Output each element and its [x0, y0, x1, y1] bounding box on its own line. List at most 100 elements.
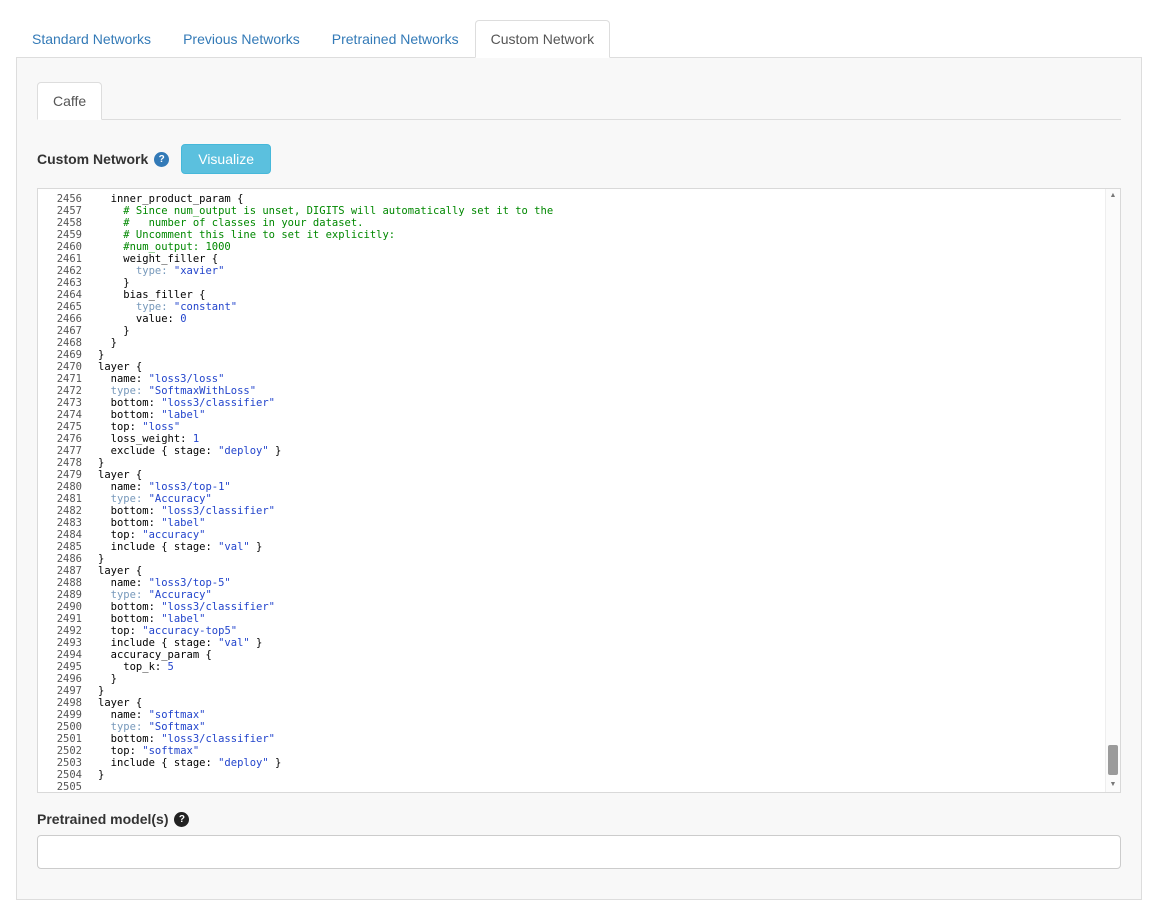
code-line: 2503 include { stage: "deploy" } [38, 757, 1120, 769]
line-number: 2469 [56, 349, 82, 361]
network-code-editor[interactable]: 2456 inner_product_param {2457 # Since n… [37, 188, 1121, 793]
code-line-text: bottom: "loss3/classifier" [98, 601, 276, 613]
code-line: 2460 #num_output: 1000 [38, 241, 1120, 253]
code-line-text: accuracy_param { [98, 649, 212, 661]
framework-tabs: Caffe [37, 82, 1121, 120]
main-tabs: Standard Networks Previous Networks Pret… [16, 20, 1142, 58]
code-line: 2500 type: "Softmax" [38, 721, 1120, 733]
code-line: 2487 layer { [38, 565, 1120, 577]
code-line-text: type: "constant" [135, 301, 238, 313]
code-line-text: type: "SoftmaxWithLoss" [110, 385, 257, 397]
line-number: 2479 [56, 469, 82, 481]
line-number: 2472 [56, 385, 82, 397]
code-line-text: top_k: 5 [98, 661, 174, 673]
line-number: 2496 [56, 673, 82, 685]
page: Standard Networks Previous Networks Pret… [0, 0, 1158, 900]
code-line: 2479 layer { [38, 469, 1120, 481]
code-line-text: top: "accuracy" [98, 529, 206, 541]
line-number: 2498 [56, 697, 82, 709]
line-number: 2460 [56, 241, 82, 253]
line-number: 2458 [56, 217, 82, 229]
tab-pretrained-networks[interactable]: Pretrained Networks [316, 20, 475, 58]
code-line-text: bias_filler { [98, 289, 206, 301]
scrollbar-down-arrow-icon[interactable]: ▼ [1106, 778, 1120, 792]
code-line: 2476 loss_weight: 1 [38, 433, 1120, 445]
pretrained-models-help-icon[interactable]: ? [174, 811, 190, 827]
line-number: 2493 [56, 637, 82, 649]
code-line-text: type: "Softmax" [110, 721, 206, 733]
code-line: 2463 } [38, 277, 1120, 289]
code-line: 2498 layer { [38, 697, 1120, 709]
code-line-text: bottom: "loss3/classifier" [98, 397, 276, 409]
code-line: 2499 name: "softmax" [38, 709, 1120, 721]
line-number: 2488 [56, 577, 82, 589]
code-line: 2472 type: "SoftmaxWithLoss" [38, 385, 1120, 397]
editor-scrollbar[interactable]: ▲ ▼ [1105, 189, 1120, 792]
code-line-text: # number of classes in your dataset. [98, 217, 364, 229]
code-line: 2501 bottom: "loss3/classifier" [38, 733, 1120, 745]
line-number: 2475 [56, 421, 82, 433]
scrollbar-up-arrow-icon[interactable]: ▲ [1106, 189, 1120, 203]
line-number: 2462 [56, 265, 82, 277]
code-line-text: } [98, 553, 105, 565]
code-line-text: name: "softmax" [98, 709, 206, 721]
code-line: 2482 bottom: "loss3/classifier" [38, 505, 1120, 517]
code-line-text: } [98, 685, 105, 697]
code-line-text: inner_product_param { [98, 193, 244, 205]
line-number: 2497 [56, 685, 82, 697]
line-number: 2483 [56, 517, 82, 529]
code-line: 2464 bias_filler { [38, 289, 1120, 301]
line-number: 2478 [56, 457, 82, 469]
line-number: 2501 [56, 733, 82, 745]
code-line: 2489 type: "Accuracy" [38, 589, 1120, 601]
line-number: 2471 [56, 373, 82, 385]
tab-custom-network[interactable]: Custom Network [474, 20, 611, 58]
line-number: 2492 [56, 625, 82, 637]
code-line: 2469} [38, 349, 1120, 361]
line-number: 2491 [56, 613, 82, 625]
code-line: 2486} [38, 553, 1120, 565]
code-line-text: include { stage: "val" } [98, 541, 263, 553]
code-line-text: layer { [98, 565, 143, 577]
code-line: 2504} [38, 769, 1120, 781]
code-line-text: bottom: "loss3/classifier" [98, 505, 276, 517]
line-number: 2486 [56, 553, 82, 565]
code-line: 2485 include { stage: "val" } [38, 541, 1120, 553]
code-line: 2458 # number of classes in your dataset… [38, 217, 1120, 229]
tab-caffe[interactable]: Caffe [37, 82, 103, 120]
code-line-text: layer { [98, 469, 143, 481]
code-line: 2470 layer { [38, 361, 1120, 373]
code-line-text: top: "softmax" [98, 745, 200, 757]
code-line-text: name: "loss3/loss" [98, 373, 225, 385]
code-line-text: } [98, 277, 130, 289]
code-line: 2505 [38, 781, 1120, 792]
line-number: 2476 [56, 433, 82, 445]
line-number: 2490 [56, 601, 82, 613]
code-line: 2493 include { stage: "val" } [38, 637, 1120, 649]
scrollbar-thumb[interactable] [1108, 745, 1118, 775]
line-number: 2468 [56, 337, 82, 349]
pretrained-models-header: Pretrained model(s) ? [37, 811, 1121, 827]
tab-standard-networks[interactable]: Standard Networks [16, 20, 167, 58]
pretrained-models-label: Pretrained model(s) [37, 811, 169, 827]
tab-previous-networks[interactable]: Previous Networks [167, 20, 316, 58]
code-line: 2461 weight_filler { [38, 253, 1120, 265]
code-line-text: bottom: "label" [98, 517, 206, 529]
line-number: 2487 [56, 565, 82, 577]
line-number: 2474 [56, 409, 82, 421]
code-line-text: type: "xavier" [135, 265, 225, 277]
line-number: 2480 [56, 481, 82, 493]
line-number: 2459 [56, 229, 82, 241]
visualize-button[interactable]: Visualize [181, 144, 272, 174]
code-lines: 2456 inner_product_param {2457 # Since n… [38, 193, 1120, 792]
code-line-text: #num_output: 1000 [98, 241, 231, 253]
code-line-text: type: "Accuracy" [110, 493, 212, 505]
line-number: 2494 [56, 649, 82, 661]
code-line: 2457 # Since num_output is unset, DIGITS… [38, 205, 1120, 217]
code-line: 2478} [38, 457, 1120, 469]
pretrained-models-input[interactable] [37, 835, 1121, 869]
custom-network-help-icon[interactable]: ? [154, 151, 170, 167]
code-line-text: } [98, 673, 117, 685]
code-line: 2475 top: "loss" [38, 421, 1120, 433]
line-number: 2464 [56, 289, 82, 301]
